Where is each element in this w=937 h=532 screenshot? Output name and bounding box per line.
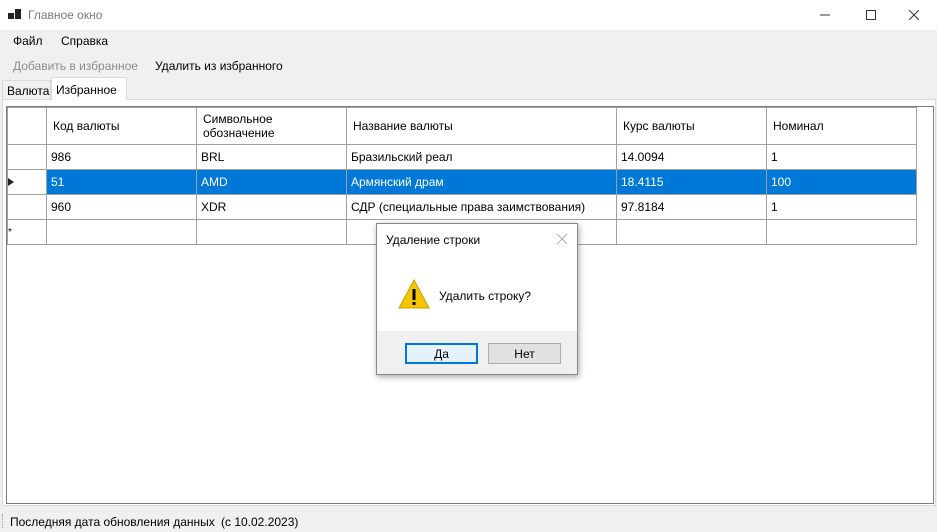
status-bar: Последняя дата обновления данных (с 10.0… (0, 508, 937, 532)
cell-code[interactable]: 986 (46, 144, 197, 170)
cell-rate[interactable]: 18.4115 (616, 169, 767, 195)
column-header-name[interactable]: Название валюты (346, 107, 617, 145)
new-row-marker[interactable]: * (7, 219, 47, 245)
row-header[interactable] (7, 144, 47, 170)
close-button[interactable] (891, 0, 937, 30)
cell-name[interactable]: Армянский драм (346, 169, 617, 195)
table-row[interactable]: 986 BRL Бразильский реал 14.0094 1 (7, 144, 917, 170)
cell-nominal[interactable]: 1 (766, 144, 917, 170)
maximize-button[interactable] (848, 0, 894, 30)
table-row[interactable]: 960 XDR СДР (специальные права заимствов… (7, 194, 917, 220)
minimize-icon (820, 14, 830, 16)
dialog-message: Удалить строку? (439, 289, 532, 303)
cell-code[interactable]: 51 (46, 169, 197, 195)
cell-name[interactable]: СДР (специальные права заимствования) (346, 194, 617, 220)
status-label: Последняя дата обновления данных (10, 515, 215, 529)
table-row-selected[interactable]: 51 AMD Армянский драм 18.4115 100 (7, 169, 917, 195)
status-grip (2, 514, 4, 528)
grid-corner-cell (7, 107, 47, 145)
column-header-code[interactable]: Код валюты (46, 107, 197, 145)
tab-favorites[interactable]: Избранное (51, 77, 127, 100)
cell-rate[interactable]: 14.0094 (616, 144, 767, 170)
cell-name[interactable]: Бразильский реал (346, 144, 617, 170)
dialog-close-icon[interactable] (555, 232, 569, 246)
minimize-button[interactable] (802, 0, 848, 30)
column-header-symbol[interactable]: Символьное обозначение (196, 107, 347, 145)
new-cell-symbol[interactable] (196, 219, 347, 245)
window-title: Главное окно (28, 8, 103, 22)
menu-file[interactable]: Файл (13, 34, 43, 48)
delete-row-dialog: Удаление строки Удалить строку? Да Нет (376, 223, 578, 375)
grid-header-row: Код валюты Символьное обозначение Назван… (7, 107, 917, 145)
new-cell-nominal[interactable] (766, 219, 917, 245)
close-icon (909, 10, 919, 20)
status-date: (с 10.02.2023) (221, 515, 299, 529)
cell-code[interactable]: 960 (46, 194, 197, 220)
cell-nominal[interactable]: 100 (766, 169, 917, 195)
triangle-right-icon (8, 178, 14, 186)
dialog-footer: Да Нет (377, 331, 577, 374)
cell-nominal[interactable]: 1 (766, 194, 917, 220)
yes-button[interactable]: Да (405, 343, 478, 364)
menu-help[interactable]: Справка (61, 34, 108, 48)
row-header-current[interactable] (7, 169, 47, 195)
cell-symbol[interactable]: BRL (196, 144, 347, 170)
no-button[interactable]: Нет (488, 343, 561, 364)
new-cell-rate[interactable] (616, 219, 767, 245)
menu-bar: Файл Справка (0, 30, 937, 54)
tab-currency[interactable]: Валюта (2, 80, 51, 100)
add-favorite-button[interactable]: Добавить в избранное (13, 59, 138, 73)
main-window: Главное окно Файл Справка Добавить в изб… (0, 0, 937, 532)
column-header-rate[interactable]: Курс валюты (616, 107, 767, 145)
cell-symbol[interactable]: AMD (196, 169, 347, 195)
column-header-nominal[interactable]: Номинал (766, 107, 917, 145)
cell-rate[interactable]: 97.8184 (616, 194, 767, 220)
warning-icon (398, 278, 430, 309)
title-bar: Главное окно (0, 0, 937, 30)
row-header[interactable] (7, 194, 47, 220)
maximize-icon (866, 10, 876, 20)
app-window-icon (8, 9, 21, 19)
new-cell-code[interactable] (46, 219, 197, 245)
remove-favorite-button[interactable]: Удалить из избранного (155, 59, 283, 73)
dialog-title: Удаление строки (386, 233, 481, 247)
toolbar: Добавить в избранное Удалить из избранно… (0, 55, 937, 79)
cell-symbol[interactable]: XDR (196, 194, 347, 220)
